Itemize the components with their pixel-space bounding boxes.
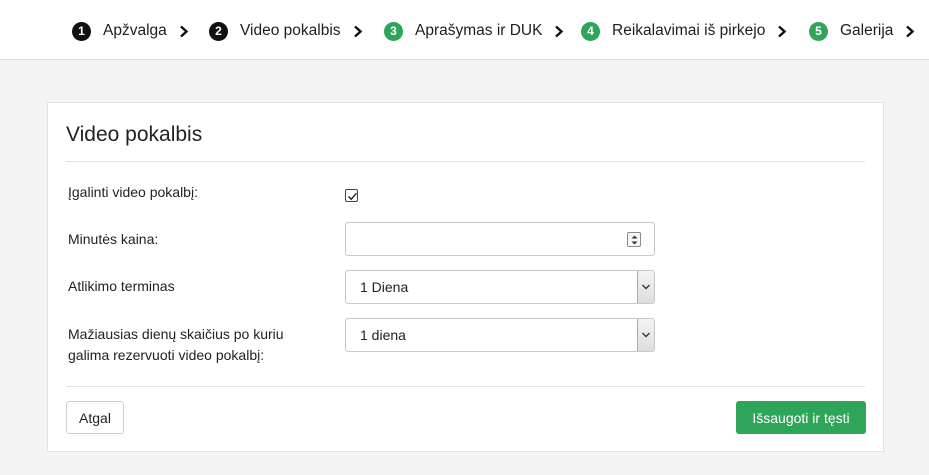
chevron-right-icon bbox=[353, 23, 365, 39]
min-days-value: 1 diena bbox=[360, 327, 406, 343]
chevron-right-icon bbox=[554, 23, 566, 39]
save-and-continue-button[interactable]: Išsaugoti ir tęsti bbox=[736, 401, 866, 434]
step-number-badge: 1 bbox=[72, 21, 91, 41]
step-number-badge: 4 bbox=[581, 21, 600, 41]
step-gallery[interactable]: 5 Galerija bbox=[809, 21, 917, 41]
enable-video-call-label: Įgalinti video pokalbį: bbox=[68, 184, 198, 200]
title-divider bbox=[66, 161, 865, 162]
min-days-label-line-1: Mažiausias dienų skaičius po kuriu bbox=[68, 326, 284, 342]
step-number-badge: 3 bbox=[384, 21, 403, 41]
step-description-faq[interactable]: 3 Aprašymas ir DUK bbox=[384, 21, 566, 41]
number-spinner-icon[interactable] bbox=[627, 232, 641, 247]
step-number-badge: 2 bbox=[209, 21, 228, 41]
back-button[interactable]: Atgal bbox=[66, 401, 124, 434]
completion-term-value: 1 Diena bbox=[360, 279, 409, 295]
min-days-label: Mažiausias dienų skaičius po kuriu galim… bbox=[68, 324, 284, 366]
chevron-down-icon bbox=[637, 319, 654, 351]
step-overview[interactable]: 1 Apžvalga bbox=[72, 21, 191, 41]
minute-price-label: Minutės kaina: bbox=[68, 231, 159, 247]
min-days-label-line-2: galima rezervuoti video pokalbį: bbox=[68, 347, 265, 363]
step-label: Reikalavimai iš pirkejo bbox=[612, 22, 766, 39]
min-days-select[interactable]: 1 diena bbox=[345, 318, 655, 352]
completion-term-label: Atlikimo terminas bbox=[68, 278, 175, 294]
chevron-right-icon bbox=[905, 23, 917, 39]
chevron-right-icon bbox=[179, 23, 191, 39]
step-buyer-requirements[interactable]: 4 Reikalavimai iš pirkejo bbox=[581, 21, 789, 41]
step-label: Apžvalga bbox=[103, 22, 167, 39]
minute-price-input[interactable] bbox=[345, 222, 655, 256]
step-label: Aprašymas ir DUK bbox=[415, 22, 543, 39]
wizard-steps: 1 Apžvalga 2 Video pokalbis 3 Aprašymas … bbox=[0, 0, 929, 60]
enable-video-call-checkbox[interactable] bbox=[345, 189, 358, 202]
footer-divider bbox=[66, 386, 865, 387]
step-video-call[interactable]: 2 Video pokalbis bbox=[209, 21, 365, 41]
chevron-right-icon bbox=[777, 23, 789, 39]
form-title: Video pokalbis bbox=[66, 123, 203, 146]
step-number-badge: 5 bbox=[809, 21, 828, 41]
step-label: Video pokalbis bbox=[240, 22, 341, 39]
completion-term-select[interactable]: 1 Diena bbox=[345, 270, 655, 304]
video-call-form-card: Video pokalbis Įgalinti video pokalbį: M… bbox=[47, 102, 884, 452]
chevron-down-icon bbox=[637, 271, 654, 303]
step-label: Galerija bbox=[840, 22, 894, 39]
